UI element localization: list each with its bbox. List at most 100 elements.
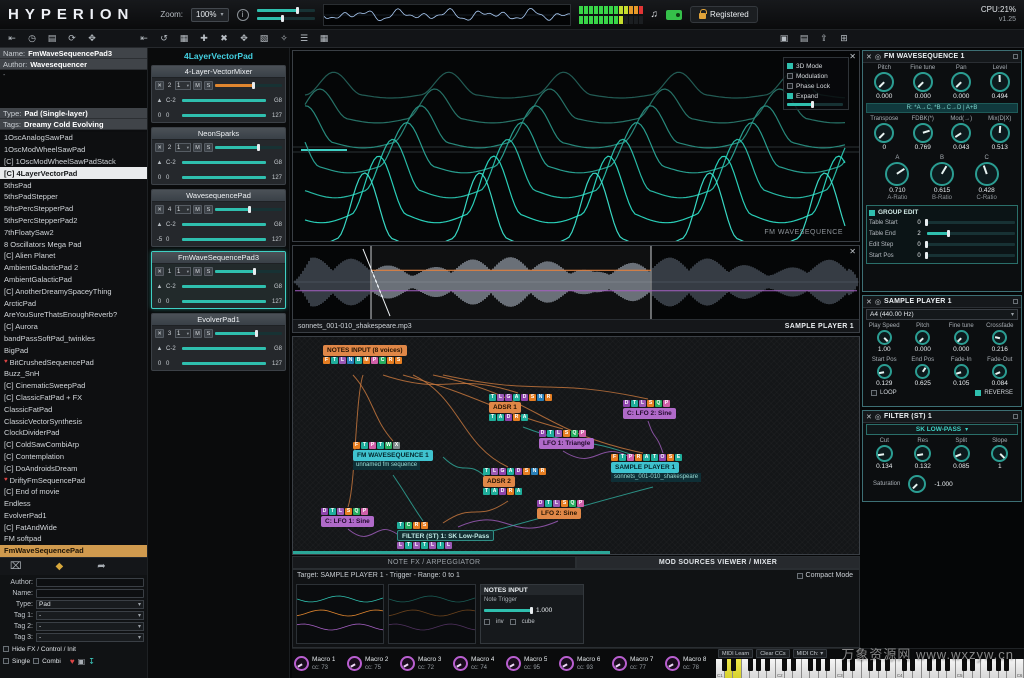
- key-range-slider[interactable]: [182, 99, 266, 102]
- port-chip[interactable]: E: [675, 454, 682, 461]
- wavesequence-3d-display[interactable]: 3D ModeModulationPhase LockExpand FM WAV…: [292, 50, 860, 242]
- graph-node[interactable]: NOTES INPUT (8 voices)FTLNBMPCRS: [323, 345, 407, 365]
- remove-layer-button[interactable]: ✕: [155, 205, 164, 214]
- node-title[interactable]: FM WAVESEQUENCE 1: [353, 450, 433, 461]
- port-chip[interactable]: A: [515, 488, 522, 495]
- port-chip[interactable]: D: [539, 430, 546, 437]
- layer-module[interactable]: 4-Layer-VectorMixer✕21▾MS▲C-2G800127: [151, 65, 286, 123]
- mod-graph[interactable]: NOTES INPUT (8 voices)FTLNBMPCRSTLGADSNR…: [292, 336, 860, 555]
- poly-select[interactable]: 1▾: [175, 267, 191, 276]
- remove-layer-button[interactable]: ✕: [155, 267, 164, 276]
- mute-button[interactable]: M: [193, 81, 202, 90]
- knob-start-pos[interactable]: [877, 364, 892, 379]
- poly-select[interactable]: 1▾: [175, 143, 191, 152]
- vel-range-slider[interactable]: [182, 176, 266, 179]
- port-chip[interactable]: R: [387, 357, 394, 364]
- node-title[interactable]: C: LFO 2: Sine: [623, 408, 676, 419]
- hide-fx-checkbox[interactable]: [3, 646, 9, 652]
- expand-checkbox[interactable]: [787, 93, 793, 99]
- knob-c[interactable]: [975, 162, 999, 186]
- layer-module[interactable]: FmWaveSequencePad3✕11▾MS▲C-2G800127: [151, 251, 286, 309]
- master-sliders[interactable]: [257, 9, 315, 20]
- macro-knob-2[interactable]: [347, 656, 362, 671]
- folder-icon[interactable]: ▤: [44, 32, 60, 45]
- graph-node[interactable]: TLGADSNRADSR 1TADRA: [489, 393, 552, 422]
- port-chip[interactable]: S: [395, 357, 402, 364]
- port-chip[interactable]: D: [623, 400, 630, 407]
- piano-black-key[interactable]: [722, 659, 727, 671]
- vel-range-slider[interactable]: [182, 362, 266, 365]
- preset-item[interactable]: 5thsPad: [0, 179, 147, 191]
- knob-fine-tune[interactable]: [954, 330, 969, 345]
- port-chip[interactable]: S: [561, 500, 568, 507]
- close-icon[interactable]: ✕: [866, 53, 872, 61]
- tag3-select[interactable]: -▾: [36, 633, 144, 642]
- knob-crossfade[interactable]: [992, 330, 1007, 345]
- preset-item[interactable]: 5thsPercStepperPad: [0, 203, 147, 215]
- piano-black-key[interactable]: [748, 659, 753, 671]
- piano-black-key[interactable]: [782, 659, 787, 671]
- tab-notefx[interactable]: NOTE FX / ARPEGGIATOR: [292, 556, 576, 569]
- preset-item[interactable]: [C] End of movie: [0, 486, 147, 498]
- port-chip[interactable]: R: [513, 414, 520, 421]
- node-title[interactable]: NOTES INPUT (8 voices): [323, 345, 407, 356]
- preset-item[interactable]: ClassicFatPad: [0, 403, 147, 415]
- poly-select[interactable]: 1▾: [175, 205, 191, 214]
- save-icon[interactable]: ▣: [78, 657, 86, 666]
- layer-module[interactable]: WavesequencePad✕41▾MS▲C-2G8-50127: [151, 189, 286, 247]
- port-chip[interactable]: B: [355, 357, 362, 364]
- piano-black-key[interactable]: [936, 659, 941, 671]
- history-icon[interactable]: ◷: [24, 32, 40, 45]
- port-chip[interactable]: T: [397, 522, 404, 529]
- preset-item[interactable]: [C] 4LayerVectorPad: [0, 167, 147, 179]
- preset-item[interactable]: [C] CinematicSweepPad: [0, 380, 147, 392]
- trigger-slider[interactable]: [484, 609, 532, 612]
- preset-item[interactable]: BigPad: [0, 344, 147, 356]
- port-chip[interactable]: P: [577, 500, 584, 507]
- group-edit-slider[interactable]: [927, 243, 1015, 246]
- layer-module[interactable]: EvolverPad1✕31▾MS▲C-2G800127: [151, 313, 286, 371]
- piano-black-key[interactable]: [850, 659, 855, 671]
- port-chip[interactable]: L: [429, 542, 436, 549]
- port-chip[interactable]: I: [437, 542, 444, 549]
- knob-fade-in[interactable]: [954, 364, 969, 379]
- port-chip[interactable]: T: [489, 394, 496, 401]
- graph-node[interactable]: DTLSQPLFO 2: Sine: [537, 499, 584, 519]
- port-chip[interactable]: T: [489, 414, 496, 421]
- port-chip[interactable]: Q: [655, 400, 662, 407]
- collapse-icon[interactable]: [1013, 299, 1018, 304]
- piano-black-key[interactable]: [808, 659, 813, 671]
- knob-fine-tune[interactable]: [913, 72, 933, 92]
- piano-black-key[interactable]: [962, 659, 967, 671]
- knob-mix-d-x[interactable]: [990, 123, 1010, 143]
- save-as-icon[interactable]: ▦: [316, 32, 332, 45]
- port-chip[interactable]: T: [377, 442, 384, 449]
- port-chip[interactable]: Q: [569, 500, 576, 507]
- combi-checkbox[interactable]: [33, 658, 39, 664]
- compact-mode-checkbox[interactable]: [797, 573, 803, 579]
- snapshot-icon[interactable]: ▧: [256, 32, 272, 45]
- sample-waveform-display[interactable]: sonnets_001-010_shakespeare.mp3 SAMPLE P…: [292, 245, 860, 333]
- preset-item[interactable]: FM softpad: [0, 533, 147, 545]
- fm-algorithm-select[interactable]: R: *A→C, *B→C→D | A+B: [866, 103, 1018, 113]
- download-icon[interactable]: ↧: [88, 657, 95, 666]
- port-chip[interactable]: N: [531, 468, 538, 475]
- port-chip[interactable]: D: [505, 414, 512, 421]
- preset-item[interactable]: [C] DoAndroidsDream: [0, 462, 147, 474]
- port-chip[interactable]: Q: [571, 430, 578, 437]
- cube-checkbox[interactable]: [510, 619, 516, 625]
- port-chip[interactable]: T: [651, 454, 658, 461]
- knob-play-speed[interactable]: [877, 330, 892, 345]
- key-range-slider[interactable]: [182, 223, 266, 226]
- port-chip[interactable]: L: [339, 357, 346, 364]
- port-chip[interactable]: G: [499, 468, 506, 475]
- knob-transpose[interactable]: [874, 123, 894, 143]
- graph-node[interactable]: DTLSQPC: LFO 1: Sine: [321, 507, 374, 527]
- port-chip[interactable]: T: [631, 400, 638, 407]
- port-chip[interactable]: T: [483, 468, 490, 475]
- port-chip[interactable]: T: [619, 454, 626, 461]
- port-chip[interactable]: C: [379, 357, 386, 364]
- grid-view-icon[interactable]: ⊞: [836, 32, 852, 45]
- preset-item[interactable]: [C] ColdSawCombiArp: [0, 439, 147, 451]
- preset-item[interactable]: [C] Contemplation: [0, 451, 147, 463]
